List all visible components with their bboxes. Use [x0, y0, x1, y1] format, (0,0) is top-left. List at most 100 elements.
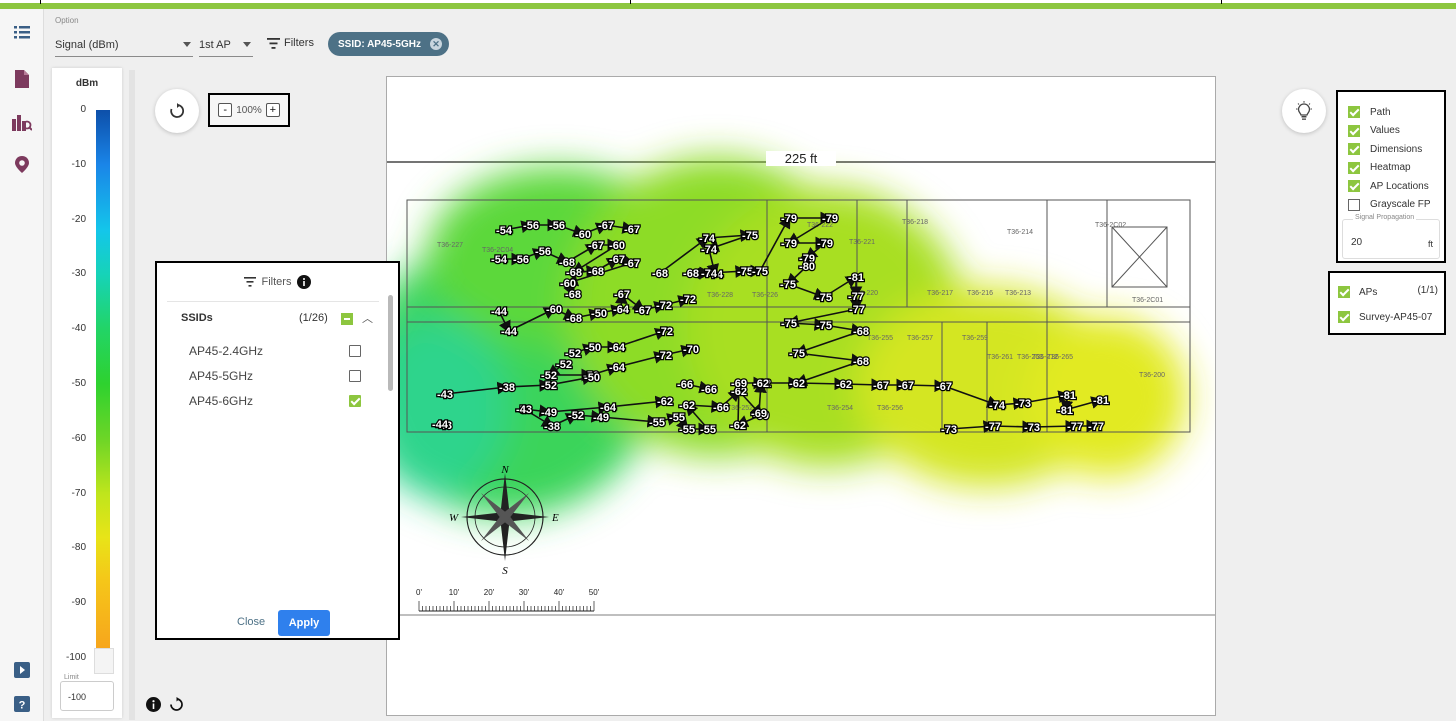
info-icon[interactable]: [146, 697, 161, 712]
info-icon[interactable]: [297, 275, 312, 289]
room-label: T36-218: [902, 219, 928, 226]
floorplan-canvas[interactable]: T36-218 T36-214 T36-2C01 T36-2C02 T36-217 T36…: [386, 76, 1216, 716]
option-label: Option: [55, 16, 79, 25]
layer-toggle[interactable]: Path: [1348, 105, 1391, 119]
reset-icon[interactable]: [169, 697, 184, 712]
ssid-filter-chip[interactable]: SSID: AP45-5GHz ✕: [328, 32, 449, 56]
aps-toggle[interactable]: APs: [1338, 286, 1377, 298]
signal-reading: -43: [516, 404, 532, 416]
signal-reading: -79: [781, 238, 797, 250]
metric-select[interactable]: Signal (dBm): [55, 33, 193, 57]
room-label: T36-214: [1007, 229, 1033, 236]
ap-toggle[interactable]: Survey-AP45-07: [1338, 311, 1432, 323]
ssid-option-label[interactable]: AP45-2.4GHz: [189, 344, 263, 358]
zoom-in-button[interactable]: +: [265, 103, 280, 117]
legend-tick: -50: [71, 378, 86, 389]
compass-label: W: [449, 512, 459, 524]
layer-toggle[interactable]: Grayscale FP: [1348, 198, 1431, 212]
ssids-section-title: SSIDs: [181, 312, 213, 324]
signal-reading: -38: [499, 382, 515, 394]
signal-reading: -67: [598, 220, 614, 232]
scrollbar[interactable]: [388, 295, 393, 391]
signal-reading: -62: [789, 378, 805, 390]
rotate-icon: [170, 103, 185, 118]
analytics-icon[interactable]: [12, 112, 32, 132]
ap-select[interactable]: 1st AP: [199, 33, 253, 57]
close-button[interactable]: Close: [237, 616, 265, 628]
layer-checkbox[interactable]: [1348, 180, 1360, 192]
ssid-option-checkbox[interactable]: [349, 345, 361, 357]
layer-toggle[interactable]: Dimensions: [1348, 142, 1422, 156]
ssids-count: (1/26): [299, 312, 328, 324]
layer-checkbox[interactable]: [1348, 143, 1360, 155]
signal-propagation-field[interactable]: Signal Propagation 20 ft: [1342, 214, 1440, 259]
filter-panel-title: Filters: [261, 276, 292, 288]
signal-reading: -73: [1024, 422, 1040, 434]
ssid-option-checkbox[interactable]: [349, 370, 361, 382]
apply-button[interactable]: Apply: [278, 610, 330, 636]
signal-reading: -66: [713, 402, 729, 414]
signal-reading: -69: [751, 408, 767, 420]
layer-checkbox[interactable]: [1348, 124, 1360, 137]
signal-reading: -75: [752, 266, 768, 278]
signal-reading: -75: [816, 292, 832, 304]
panel-divider[interactable]: [129, 70, 135, 720]
rotate-button[interactable]: [155, 89, 199, 133]
signal-reading: -55: [700, 424, 716, 436]
location-pin-icon[interactable]: [12, 155, 32, 175]
layer-options-panel: Path Values Dimensions Heatmap AP Locations G…: [1336, 90, 1446, 263]
signal-reading: -62: [836, 379, 852, 391]
signal-reading: -75: [737, 266, 753, 278]
legend-tick: -40: [71, 323, 86, 335]
close-icon[interactable]: ✕: [429, 38, 442, 50]
signal-reading: -52: [568, 410, 584, 422]
layer-checkbox[interactable]: [1348, 161, 1360, 174]
signal-reading: -67: [624, 224, 640, 236]
signal-reading: -67: [609, 254, 625, 266]
room-label: T36-2C01: [1132, 297, 1163, 304]
signal-reading: -69: [731, 378, 747, 390]
document-icon[interactable]: [12, 69, 32, 89]
signal-reading: -75: [780, 279, 796, 291]
signal-reading: -52: [556, 359, 572, 371]
layer-toggle[interactable]: Heatmap: [1348, 161, 1411, 175]
room-label: T36-228: [707, 292, 733, 299]
zoom-out-button[interactable]: -: [218, 103, 233, 117]
compass-label: S: [502, 565, 508, 577]
signal-reading: -80: [799, 261, 815, 273]
layer-toggle[interactable]: Values: [1348, 124, 1400, 138]
chevron-up-icon[interactable]: ︿: [362, 310, 373, 326]
signal-reading: -67: [635, 305, 651, 317]
aps-checkbox[interactable]: [1338, 286, 1350, 298]
ssid-option-label[interactable]: AP45-5GHz: [189, 369, 253, 383]
ssid-option-checkbox[interactable]: [349, 395, 361, 407]
lightbulb-button[interactable]: [1282, 89, 1326, 133]
legend-slider-handle[interactable]: [94, 648, 114, 674]
help-icon[interactable]: ?: [12, 694, 32, 714]
layer-checkbox[interactable]: [1348, 106, 1360, 118]
layer-checkbox[interactable]: [1348, 198, 1360, 211]
ap-label: Survey-AP45-07: [1359, 311, 1433, 323]
room-label: T36-213: [1005, 290, 1031, 297]
signal-reading: -44: [432, 419, 449, 431]
layer-toggle[interactable]: AP Locations: [1348, 179, 1429, 193]
signal-reading: -81: [1057, 405, 1073, 417]
filters-button[interactable]: Filters: [267, 33, 314, 53]
signal-reading: -43: [437, 389, 453, 401]
signal-reading: -72: [656, 350, 672, 362]
signal-reading: -56: [523, 220, 539, 232]
ssid-option-label[interactable]: AP45-6GHz: [189, 394, 253, 408]
aps-label: APs: [1359, 286, 1378, 298]
signal-reading: -68: [588, 266, 604, 278]
signal-reading: -50: [584, 372, 600, 384]
ap-checkbox[interactable]: [1338, 311, 1350, 323]
list-icon[interactable]: [12, 22, 32, 42]
signal-reading: -55: [679, 424, 695, 436]
chevron-down-icon: [243, 42, 251, 47]
select-all-checkbox[interactable]: [341, 313, 353, 325]
top-tick: [40, 0, 41, 4]
signal-propagation-value[interactable]: 20: [1351, 237, 1362, 248]
limit-input[interactable]: -100: [60, 681, 114, 711]
signal-reading: -68: [683, 268, 699, 280]
play-video-icon[interactable]: [12, 660, 32, 680]
